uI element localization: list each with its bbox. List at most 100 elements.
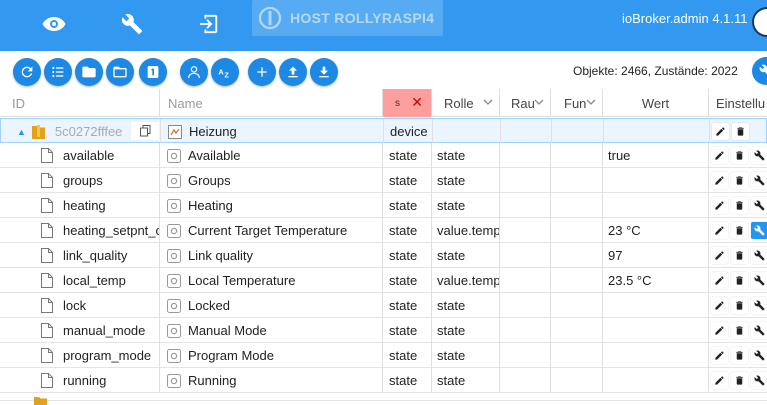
user-expert-button[interactable]: [180, 58, 208, 86]
column-value[interactable]: Wert: [603, 89, 709, 117]
custom-settings-button[interactable]: [751, 222, 767, 239]
row-id: available: [63, 148, 115, 163]
copy-icon[interactable]: [131, 122, 159, 140]
version-label: ioBroker.admin 4.1.11: [622, 11, 748, 26]
row-name: Available: [188, 148, 241, 163]
delete-button[interactable]: [731, 147, 748, 164]
refresh-button[interactable]: [13, 58, 41, 86]
row-value[interactable]: 23 °C: [603, 218, 709, 243]
clear-filter-icon[interactable]: ✕: [411, 94, 423, 111]
row-value[interactable]: 97: [603, 243, 709, 268]
delete-button[interactable]: [732, 123, 749, 140]
edit-button[interactable]: [711, 147, 728, 164]
host-selector[interactable]: HOST ROLLYRASPI4: [252, 0, 443, 36]
edit-button[interactable]: [711, 347, 728, 364]
table-row[interactable]: heating Heating state state: [0, 193, 767, 218]
type-filter[interactable]: s ✕: [383, 89, 432, 117]
wrench-icon: [754, 225, 765, 236]
column-id[interactable]: ID: [0, 89, 160, 117]
row-type: state: [383, 318, 432, 343]
device-folder-icon: [31, 125, 45, 139]
custom-settings-button[interactable]: [751, 347, 767, 364]
edit-button[interactable]: [712, 123, 729, 140]
edit-button[interactable]: [711, 372, 728, 389]
upload-button[interactable]: [279, 58, 307, 86]
row-name: Running: [188, 373, 237, 388]
avatar[interactable]: [752, 7, 767, 37]
row-name: Heating: [188, 198, 233, 213]
delete-button[interactable]: [731, 197, 748, 214]
row-value[interactable]: [603, 318, 709, 343]
list-view-button[interactable]: [44, 58, 72, 86]
row-value[interactable]: [603, 168, 709, 193]
row-value[interactable]: true: [603, 143, 709, 168]
edit-button[interactable]: [711, 322, 728, 339]
add-icon: [257, 67, 267, 77]
row-value[interactable]: 23.5 °C: [603, 268, 709, 293]
row-role: state: [432, 318, 500, 343]
custom-settings-button[interactable]: [751, 272, 767, 289]
state-icon: [167, 248, 181, 263]
custom-settings-button[interactable]: [751, 372, 767, 389]
collapse-folders-button[interactable]: [75, 58, 103, 86]
sort-az-button[interactable]: AZ: [211, 58, 239, 86]
column-name[interactable]: Name: [160, 89, 383, 117]
edit-button[interactable]: [711, 197, 728, 214]
row-value[interactable]: [603, 293, 709, 318]
delete-button[interactable]: [731, 322, 748, 339]
download-icon: [319, 66, 329, 78]
row-value[interactable]: [603, 368, 709, 393]
wrench-icon: [759, 64, 767, 75]
wrench-icon[interactable]: [113, 6, 151, 42]
add-button[interactable]: [248, 58, 276, 86]
pencil-icon: [715, 151, 724, 160]
file-icon: [41, 273, 53, 288]
person-icon: [188, 66, 200, 79]
row-room: [500, 143, 551, 168]
delete-button[interactable]: [731, 347, 748, 364]
edit-button[interactable]: [711, 222, 728, 239]
table-row[interactable]: program_mode Program Mode state state: [0, 343, 767, 368]
edit-button[interactable]: [711, 172, 728, 189]
logout-icon[interactable]: [190, 6, 228, 42]
table-row[interactable]: lock Locked state state: [0, 293, 767, 318]
table-row[interactable]: manual_mode Manual Mode state state: [0, 318, 767, 343]
table-row[interactable]: running Running state state: [0, 368, 767, 393]
table-row[interactable]: link_quality Link quality state state 97: [0, 243, 767, 268]
row-type: state: [383, 368, 432, 393]
edit-button[interactable]: [711, 272, 728, 289]
row-value[interactable]: [603, 343, 709, 368]
table-row[interactable]: groups Groups state state: [0, 168, 767, 193]
delete-button[interactable]: [731, 372, 748, 389]
collapse-triangle-icon[interactable]: ▲: [17, 127, 26, 137]
delete-button[interactable]: [731, 297, 748, 314]
table-row[interactable]: available Available state state true: [0, 143, 767, 168]
number-one-button[interactable]: [139, 58, 167, 86]
eye-icon[interactable]: [35, 6, 73, 42]
role-filter[interactable]: Rolle: [432, 89, 500, 117]
custom-settings-button[interactable]: [751, 172, 767, 189]
expand-folders-button[interactable]: [106, 58, 134, 86]
table-row[interactable]: local_temp Local Temperature state value.te…: [0, 268, 767, 293]
custom-settings-button[interactable]: [751, 297, 767, 314]
custom-settings-button[interactable]: [751, 247, 767, 264]
trash-icon: [736, 376, 743, 385]
table-row-parent[interactable]: ▲ 5c0272fffee Heizung device: [0, 118, 767, 144]
download-button[interactable]: [310, 58, 338, 86]
delete-button[interactable]: [731, 222, 748, 239]
room-filter[interactable]: Rau: [500, 89, 551, 117]
edit-button[interactable]: [711, 247, 728, 264]
delete-button[interactable]: [731, 247, 748, 264]
delete-button[interactable]: [731, 272, 748, 289]
custom-settings-button[interactable]: [751, 322, 767, 339]
edit-button[interactable]: [711, 297, 728, 314]
column-settings[interactable]: Einstellu: [709, 89, 767, 117]
custom-settings-button[interactable]: [751, 197, 767, 214]
table-row[interactable]: heating_setpnt_c Current Target Temperatu…: [0, 218, 767, 243]
custom-settings-button[interactable]: [751, 147, 767, 164]
row-id: heating: [63, 198, 106, 213]
row-value[interactable]: [603, 193, 709, 218]
function-filter[interactable]: Fun: [551, 89, 603, 117]
trash-icon: [736, 351, 743, 360]
delete-button[interactable]: [731, 172, 748, 189]
